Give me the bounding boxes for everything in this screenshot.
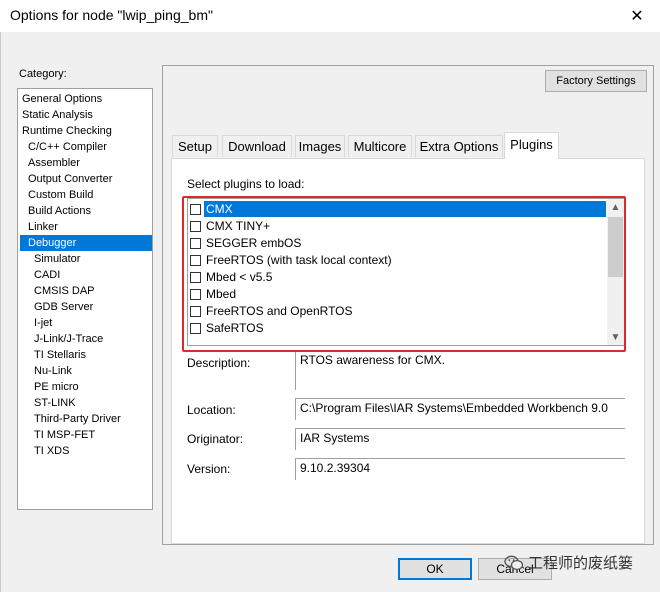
category-item[interactable]: Output Converter (26, 171, 114, 187)
watermark-text: 工程师的废纸篓 (528, 555, 634, 572)
category-item[interactable]: I-jet (32, 315, 54, 331)
category-item[interactable]: Third-Party Driver (32, 411, 123, 427)
originator-label: Originator: (187, 432, 244, 446)
category-item[interactable]: General Options (20, 91, 104, 107)
category-item[interactable]: Static Analysis (20, 107, 95, 123)
options-dialog: Category: General Options Static Analysi… (0, 32, 660, 592)
description-field: RTOS awareness for CMX. (295, 350, 625, 390)
tab-images[interactable]: Images (295, 135, 345, 157)
category-item[interactable]: TI Stellaris (32, 347, 88, 363)
category-item[interactable]: J-Link/J-Trace (32, 331, 105, 347)
category-item[interactable]: CMSIS DAP (32, 283, 97, 299)
category-item-selected[interactable]: Debugger (20, 235, 152, 251)
version-field: 9.10.2.39304 (295, 458, 625, 480)
category-list[interactable]: General Options Static Analysis Runtime … (17, 88, 153, 510)
category-item[interactable]: GDB Server (32, 299, 95, 315)
highlight-frame (182, 196, 626, 352)
category-item[interactable]: Runtime Checking (20, 123, 114, 139)
version-label: Version: (187, 462, 231, 476)
select-plugins-label: Select plugins to load: (187, 177, 305, 191)
category-item[interactable]: Linker (26, 219, 60, 235)
category-item[interactable]: PE micro (32, 379, 81, 395)
category-label: Category: (19, 68, 67, 80)
close-icon[interactable]: ✕ (614, 0, 660, 32)
category-item[interactable]: C/C++ Compiler (26, 139, 109, 155)
factory-settings-button[interactable]: Factory Settings (545, 70, 647, 92)
category-item[interactable]: CADI (32, 267, 62, 283)
category-item[interactable]: Simulator (32, 251, 82, 267)
description-label: Description: (187, 356, 251, 370)
category-item[interactable]: ST-LINK (32, 395, 78, 411)
ok-button[interactable]: OK (398, 558, 472, 580)
category-item[interactable]: TI MSP-FET (32, 427, 97, 443)
tab-download[interactable]: Download (222, 135, 292, 157)
watermark: 工程师的废纸篓 (504, 552, 633, 573)
location-field: C:\Program Files\IAR Systems\Embedded Wo… (295, 398, 625, 420)
category-item[interactable]: Nu-Link (32, 363, 74, 379)
window-title: Options for node "lwip_ping_bm" (10, 7, 213, 23)
location-label: Location: (187, 403, 236, 417)
tab-multicore[interactable]: Multicore (348, 135, 412, 157)
originator-field: IAR Systems (295, 428, 625, 450)
category-item[interactable]: Custom Build (26, 187, 95, 203)
category-item[interactable]: TI XDS (32, 443, 71, 459)
tab-setup[interactable]: Setup (172, 135, 218, 157)
tab-extra-options[interactable]: Extra Options (415, 135, 503, 157)
tab-plugins[interactable]: Plugins (504, 132, 559, 159)
wechat-icon (504, 555, 524, 570)
category-item[interactable]: Assembler (26, 155, 82, 171)
category-item[interactable]: Build Actions (26, 203, 93, 219)
title-bar: Options for node "lwip_ping_bm" ✕ (0, 0, 660, 32)
